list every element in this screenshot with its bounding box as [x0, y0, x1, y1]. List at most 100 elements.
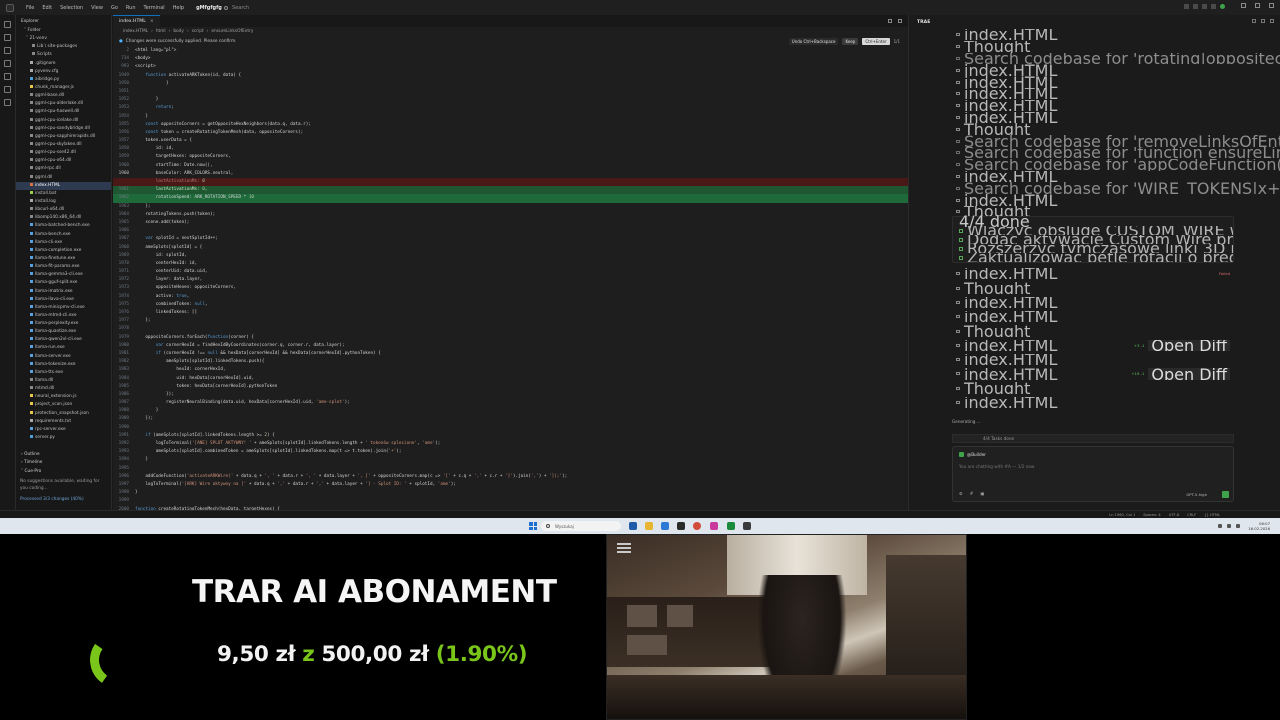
code-line[interactable]: 1990 [113, 424, 908, 432]
file-item[interactable]: llama-minicpmv-cli.exe [16, 304, 111, 312]
file-item[interactable]: llama-mtmd-cli.exe [16, 312, 111, 320]
code-line[interactable]: 1971 centerUid: data.uid, [113, 268, 908, 276]
send-button[interactable] [1222, 491, 1229, 498]
code-line[interactable]: 1955 const oppositeCorners = getOpposite… [113, 121, 908, 129]
file-item[interactable]: llama-finetune.exe [16, 255, 111, 263]
file-item[interactable]: llama.dll [16, 377, 111, 385]
assistant-log-item[interactable]: index.HTML [908, 88, 1280, 100]
file-item[interactable]: libomp140.x86_64.dll [16, 214, 111, 222]
keep-shortcut-button[interactable]: Ctrl+Enter [862, 38, 890, 45]
status-item[interactable]: Spaces: 4 [1143, 513, 1160, 517]
breadcrumb-item[interactable]: body [173, 29, 184, 34]
undo-button[interactable]: Undo Ctrl+Backspace [788, 38, 839, 45]
file-item[interactable]: ggml-cpu-sapphirerapids.dll [16, 133, 111, 141]
assistant-log-item[interactable]: Thought [908, 123, 1280, 135]
clock[interactable]: 06:07 16.02.2026 [1248, 521, 1270, 531]
layout-icon[interactable] [1193, 4, 1198, 9]
file-item[interactable]: pyvenv.cfg [16, 68, 111, 76]
assistant-log-item[interactable]: index.HTML [908, 311, 1280, 323]
assistant-log-item[interactable]: index.HTML [908, 297, 1280, 308]
task-view-icon[interactable] [629, 522, 637, 530]
code-line[interactable]: 1979 oppositeCorners.forEach(function(co… [113, 334, 908, 342]
file-item[interactable]: llama-qwen2vl-cli.exe [16, 336, 111, 344]
minimize-icon[interactable] [1241, 3, 1246, 8]
menu-item-view[interactable]: View [87, 5, 107, 11]
outline-section[interactable]: › Outline [16, 452, 112, 457]
file-item[interactable]: index.HTML [16, 181, 111, 190]
title-search-box[interactable]: Search [218, 3, 638, 12]
code-line[interactable]: 1976 linkedTokens: [] [113, 309, 908, 317]
file-item[interactable]: llama-gguf-split.exe [16, 279, 111, 287]
source-control-icon[interactable] [4, 47, 11, 54]
assistant-log-item[interactable]: Search codebase for 'appCodeFunction(' [908, 159, 1280, 171]
settings-icon[interactable] [1211, 4, 1216, 9]
file-item[interactable]: project_scan.json [16, 401, 111, 409]
code-line[interactable]: 993 <script> [113, 63, 908, 71]
file-item[interactable]: server.py [16, 434, 111, 442]
menu-item-help[interactable]: Help [169, 5, 188, 11]
status-item[interactable]: Ln 1960, Col 1 [1109, 513, 1135, 517]
file-item[interactable]: llama-tokenize.exe [16, 361, 111, 369]
code-line[interactable]: 1958 id: id, [113, 145, 908, 153]
file-item[interactable]: mtmd.dll [16, 385, 111, 393]
files-icon[interactable] [4, 21, 11, 28]
ide-icon[interactable] [743, 522, 751, 530]
file-item[interactable]: llama-cli.exe [16, 239, 111, 247]
code-line[interactable]: 1957 token.userData = { [113, 137, 908, 145]
assistant-log-item[interactable]: index.HTML [908, 64, 1280, 76]
file-item[interactable]: install.bat [16, 190, 111, 198]
code-line[interactable]: 1984 uid: hexData[cornerHexId].uid, [113, 375, 908, 383]
file-item[interactable]: llama-server.exe [16, 353, 111, 361]
file-item[interactable]: ggml-cpu-haswell.dll [16, 108, 111, 116]
assistant-log-item[interactable]: index.HTML Failed [908, 268, 1280, 280]
code-line[interactable]: 1981 if (cornerHexId !== null && hexData… [113, 350, 908, 358]
code-line[interactable]: 1999 [113, 497, 908, 505]
file-item[interactable]: llama-imatrix.exe [16, 288, 111, 296]
layout-icon[interactable] [1202, 4, 1207, 9]
tab-index-html[interactable]: index.HTML × [113, 15, 160, 27]
file-item[interactable]: ggml-cpu-sandybridge.dll [16, 125, 111, 133]
code-line[interactable]: 1963 }; [113, 203, 908, 211]
breadcrumb-item[interactable]: index.HTML [123, 29, 148, 34]
file-item[interactable]: requirements.txt [16, 418, 111, 426]
status-item[interactable]: CRLF [1187, 513, 1196, 517]
hash-icon[interactable]: # [970, 491, 974, 496]
code-line[interactable]: 1977 }; [113, 317, 908, 325]
code-line[interactable]: 1985 token: hexData[cornerHexId].pythonT… [113, 383, 908, 391]
code-line[interactable]: 1960 startTime: Date.now(), [113, 162, 908, 170]
code-line[interactable]: 1987 registerNeuralBinding(data.uid, hex… [113, 399, 908, 407]
folder-venv[interactable]: ˅ 21-venv [16, 35, 111, 43]
code-line[interactable]: 1983 hexId: cornerHexId, [113, 366, 908, 374]
code-line[interactable]: 1951 [113, 88, 908, 96]
code-line[interactable]: 1993 ameSplots[splotId].combinedToken = … [113, 448, 908, 456]
remote-icon[interactable] [4, 99, 11, 106]
close-icon[interactable]: × [150, 19, 154, 24]
new-chat-icon[interactable] [1261, 19, 1265, 23]
file-item[interactable]: ggml.dll [16, 174, 111, 182]
code-line[interactable]: 1973 oppositeHexes: oppositeCorners, [113, 284, 908, 292]
file-item[interactable]: ggml-cpu-x64.dll [16, 157, 111, 165]
assistant-log-item[interactable]: index.HTML [908, 29, 1280, 41]
app-icon[interactable] [710, 522, 718, 530]
assistant-log-item[interactable]: index.HTML [908, 100, 1280, 112]
file-item[interactable]: llama-llava-cli.exe [16, 296, 111, 304]
open-diff-button[interactable]: Open Diff [1148, 368, 1230, 380]
assistant-log-item[interactable]: Thought [908, 282, 1280, 294]
maximize-icon[interactable] [1255, 3, 1260, 8]
code-line[interactable]: 734 <body> [113, 55, 908, 63]
code-line[interactable]: 1989 }); [113, 415, 908, 423]
file-item[interactable]: ggml-rpc.dll [16, 165, 111, 173]
file-item[interactable]: llama-bench.exe [16, 231, 111, 239]
code-line[interactable]: lastActivationMs: 0 [113, 178, 908, 187]
image-icon[interactable]: ▣ [980, 491, 984, 496]
terminal-icon[interactable] [727, 522, 735, 530]
file-item[interactable]: neural_extension.js [16, 393, 111, 401]
code-line[interactable]: 1995 [113, 465, 908, 473]
code-line[interactable]: 1991 if (ameSplots[splotId].linkedTokens… [113, 432, 908, 440]
todo-header[interactable]: 4/4 done [953, 212, 1233, 231]
start-icon[interactable] [529, 522, 537, 530]
file-item[interactable]: llama-fit-params.exe [16, 263, 111, 271]
file-item[interactable]: ggml-cpu-alderlake.dll [16, 100, 111, 108]
menu-item-terminal[interactable]: Terminal [140, 5, 169, 11]
assistant-log-item[interactable]: Search codebase for 'function ensureLink… [908, 147, 1280, 159]
